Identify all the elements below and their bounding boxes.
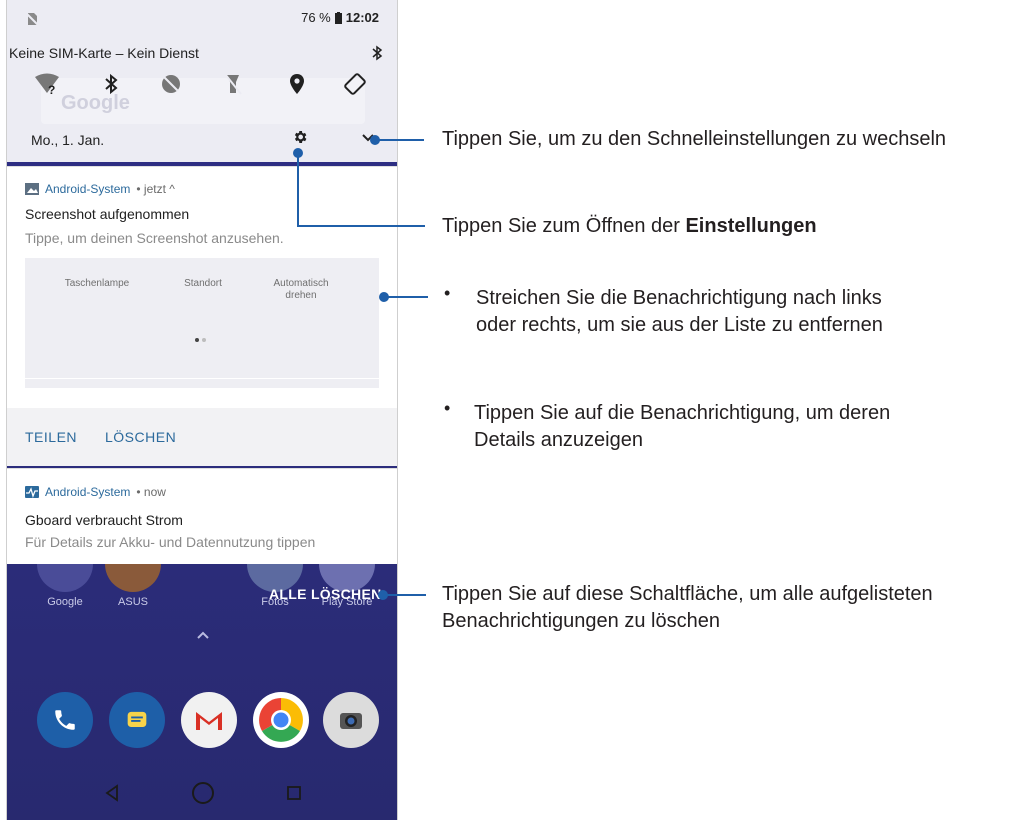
clear-all-button[interactable]: ALLE LÖSCHEN bbox=[269, 586, 382, 602]
quick-settings-row: ? bbox=[7, 66, 397, 106]
callout-clear-all: Tippen Sie auf diese Schaltfläche, um al… bbox=[442, 583, 933, 632]
back-icon[interactable] bbox=[92, 773, 132, 813]
messages-app-icon[interactable] bbox=[109, 692, 165, 748]
battery-percent: 76 % bbox=[301, 10, 331, 25]
gmail-app-icon[interactable] bbox=[181, 692, 237, 748]
preview-tile-location: Standort bbox=[184, 278, 222, 289]
notification1-title: Screenshot aufgenommen bbox=[25, 206, 190, 222]
callout-settings: Tippen Sie zum Öffnen der Einstellungen bbox=[442, 213, 817, 240]
svg-text:?: ? bbox=[48, 83, 55, 95]
delete-button[interactable]: LÖSCHEN bbox=[105, 429, 176, 445]
chrome-app-icon[interactable] bbox=[253, 692, 309, 748]
preview-divider bbox=[25, 378, 379, 379]
location-icon[interactable] bbox=[283, 70, 311, 98]
battery-icon bbox=[334, 11, 342, 24]
callout-line-notification bbox=[386, 296, 428, 298]
image-icon bbox=[25, 183, 39, 195]
notification1-app: Android-System bbox=[45, 182, 131, 196]
home-button-icon[interactable] bbox=[183, 773, 223, 813]
page-dot bbox=[202, 338, 206, 342]
status-bar: 76 % 12:02 bbox=[7, 0, 397, 36]
phone-app-icon[interactable] bbox=[37, 692, 93, 748]
date-text: Mo., 1. Jan. bbox=[31, 132, 105, 148]
data-saver-icon[interactable] bbox=[157, 70, 185, 98]
date-row: Mo., 1. Jan. bbox=[7, 124, 397, 158]
preview-page-dots bbox=[195, 338, 206, 342]
settings-gear-icon[interactable] bbox=[289, 126, 311, 148]
callout-quick-settings: Tippen Sie, um zu den Schnelleinstellung… bbox=[442, 128, 947, 150]
preview-tile-flashlight: Taschenlampe bbox=[64, 278, 130, 289]
notification1-header: Android-System • jetzt ^ bbox=[25, 180, 175, 198]
recents-icon[interactable] bbox=[274, 773, 314, 813]
notification2-subtitle: Für Details zur Akku- und Datennutzung t… bbox=[25, 534, 316, 550]
share-button[interactable]: TEILEN bbox=[25, 429, 77, 445]
battery-usage-icon bbox=[25, 486, 39, 498]
preview-tile-rotate: Automatisch drehen bbox=[273, 278, 329, 301]
callout-line-clear-all bbox=[386, 594, 426, 596]
callout-settings-bold: Einstellungen bbox=[685, 215, 817, 237]
notification1-time: • jetzt ^ bbox=[136, 182, 175, 196]
sim-status-row: Keine SIM-Karte – Kein Dienst bbox=[7, 42, 397, 64]
page-dot-active bbox=[195, 338, 199, 342]
callout-line-quick-settings bbox=[378, 139, 424, 141]
notification2-time: • now bbox=[136, 485, 166, 499]
bluetooth-icon[interactable] bbox=[97, 70, 125, 98]
navigation-bar bbox=[7, 765, 397, 820]
bluetooth-status-icon bbox=[372, 45, 383, 61]
no-sim-icon bbox=[25, 12, 39, 26]
app-drawer-chevron-icon[interactable] bbox=[195, 628, 211, 644]
callout-swipe: Streichen Sie die Benachrichtigung nach … bbox=[476, 287, 883, 336]
camera-app-icon[interactable] bbox=[323, 692, 379, 748]
bullet-tap: • bbox=[444, 398, 451, 418]
wifi-unknown-icon[interactable]: ? bbox=[33, 70, 61, 98]
asus-label: ASUS bbox=[118, 596, 148, 608]
status-right: 76 % 12:02 bbox=[301, 10, 379, 25]
notification-shade-header: 76 % 12:02 Keine SIM-Karte – Kein Dienst… bbox=[7, 0, 397, 162]
flashlight-off-icon[interactable] bbox=[219, 70, 247, 98]
bullet-swipe: • bbox=[444, 283, 451, 303]
notification2-header: Android-System • now bbox=[25, 485, 166, 499]
clock: 12:02 bbox=[345, 10, 379, 25]
notification2-title: Gboard verbraucht Strom bbox=[25, 512, 183, 528]
callout-line-settings-v bbox=[297, 154, 299, 226]
callout-line-settings-h bbox=[297, 225, 425, 227]
sim-status-text: Keine SIM-Karte – Kein Dienst bbox=[9, 45, 199, 61]
notification1-subtitle: Tippe, um deinen Screenshot anzusehen. bbox=[25, 230, 284, 246]
callout-settings-text: Tippen Sie zum Öffnen der bbox=[442, 215, 686, 237]
notification2-app: Android-System bbox=[45, 485, 131, 499]
callout-tap: Tippen Sie auf die Benachrichtigung, um … bbox=[474, 402, 891, 451]
phone-screen: Google ASUS Fotos Play Store 76 % 12:02 … bbox=[6, 0, 398, 820]
auto-rotate-icon[interactable] bbox=[341, 70, 369, 98]
